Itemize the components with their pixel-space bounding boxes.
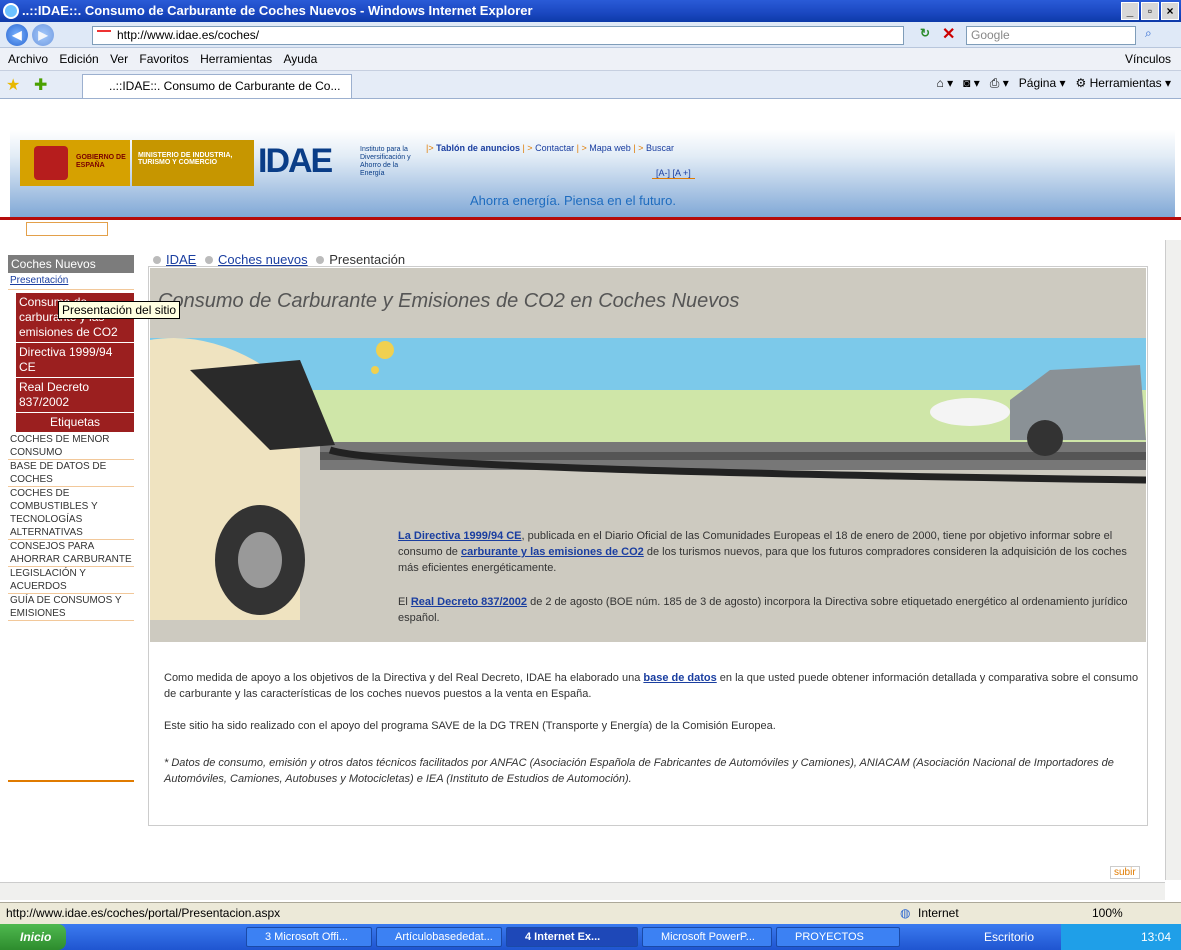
idae-logo[interactable]: IDAE Instituto para la Diversificación y … <box>258 142 418 184</box>
link-mapa-web[interactable]: Mapa web <box>589 143 631 153</box>
menu-archivo[interactable]: Archivo <box>8 52 48 66</box>
tools-menu[interactable]: Herramientas <box>1090 76 1162 90</box>
close-button[interactable]: × <box>1161 2 1179 20</box>
ie-logo-icon <box>3 3 19 19</box>
sidebar-sub-directiva[interactable]: Directiva 1999/94 CE <box>16 343 134 378</box>
sidebar-item-consejos[interactable]: Consejos para ahorrar carburante <box>8 540 134 567</box>
tab-idae[interactable]: ..::IDAE::. Consumo de Carburante de Co.… <box>82 74 352 98</box>
address-bar: ◀ ▶ http://www.idae.es/coches/ ↻ ✕ Googl… <box>0 22 1181 48</box>
sidebar-item-combustibles[interactable]: Coches de combustibles y tecnologías alt… <box>8 487 134 540</box>
slogan: Ahorra energía. Piensa en el futuro. <box>470 193 676 208</box>
paragraph-directiva: La Directiva 1999/94 CE, publicada en el… <box>398 530 1127 574</box>
coat-of-arms-icon <box>34 146 68 180</box>
paragraph-real-decreto: El Real Decreto 837/2002 de 2 de agosto … <box>398 596 1128 624</box>
fuel-pump-illustration <box>150 330 1146 620</box>
title-bar: ..::IDAE::. Consumo de Carburante de Coc… <box>0 0 1181 22</box>
system-clock: 13:04 <box>1061 924 1181 950</box>
vertical-scrollbar[interactable] <box>1165 240 1181 880</box>
tab-bar: ★ ✚ ..::IDAE::. Consumo de Carburante de… <box>0 71 1181 99</box>
taskbar-office[interactable]: 3 Microsoft Offi... <box>246 927 372 947</box>
gobierno-logo: GOBIERNO DE ESPAÑA <box>20 140 130 186</box>
tooltip: Presentación del sitio <box>58 301 181 319</box>
command-bar: ⌂ ▾ ◙ ▾ ⎙ ▾ Página ▾ ⚙ Herramientas ▾ <box>936 76 1171 90</box>
link-directiva[interactable]: La Directiva 1999/94 CE <box>398 530 522 542</box>
menu-ver[interactable]: Ver <box>110 52 128 66</box>
print-icon[interactable]: ⎙ ▾ <box>990 76 1009 90</box>
status-zone: Internet <box>918 906 959 920</box>
home-icon[interactable]: ⌂ ▾ <box>937 76 954 90</box>
taskbar-articulo[interactable]: Artículobasededat... <box>376 927 502 947</box>
link-real-decreto[interactable]: Real Decreto 837/2002 <box>411 596 527 608</box>
sidebar-header: Coches Nuevos <box>8 255 134 273</box>
crumb-presentacion: Presentación <box>329 252 406 267</box>
add-favorite-icon[interactable]: ✚ <box>34 75 47 95</box>
paragraph-fuentes: * Datos de consumo, emisión y otros dato… <box>164 757 1114 785</box>
links-menu[interactable]: Vínculos <box>1125 48 1171 71</box>
sidebar-sub-etiquetas[interactable]: Etiquetas <box>16 413 134 433</box>
start-button[interactable]: Inicio <box>0 924 66 950</box>
link-tablon[interactable]: Tablón de anuncios <box>436 143 520 153</box>
globe-icon: ◍ <box>900 906 911 920</box>
sidebar-item-base-datos[interactable]: Base de datos de coches <box>8 460 134 487</box>
paragraph-save: Este sitio ha sido realizado con el apoy… <box>164 720 776 732</box>
crumb-idae[interactable]: IDAE <box>166 252 196 267</box>
feeds-icon[interactable]: ◙ ▾ <box>963 76 980 90</box>
sidebar-item-presentacion[interactable]: Presentación <box>8 273 134 290</box>
sidebar: Coches Nuevos Presentación Consumo de ca… <box>8 252 134 782</box>
menu-herramientas[interactable]: Herramientas <box>200 52 272 66</box>
link-carburante-emisiones[interactable]: carburante y las emisiones de CO2 <box>461 546 644 558</box>
window-title: ..::IDAE::. Consumo de Carburante de Coc… <box>22 3 533 18</box>
sidebar-sub-real-decreto[interactable]: Real Decreto 837/2002 <box>16 378 134 413</box>
page-menu[interactable]: Página <box>1019 76 1056 90</box>
maximize-button[interactable]: ▫ <box>1141 2 1159 20</box>
back-button[interactable]: ◀ <box>6 24 28 46</box>
menu-ayuda[interactable]: Ayuda <box>284 52 318 66</box>
link-contactar[interactable]: Contactar <box>535 143 574 153</box>
taskbar-internet-explorer[interactable]: 4 Internet Ex... <box>506 927 638 947</box>
sidebar-item-legislacion[interactable]: Legislación y acuerdos <box>8 567 134 594</box>
crumb-coches-nuevos[interactable]: Coches nuevos <box>218 252 308 267</box>
menu-bar: Archivo Edición Ver Favoritos Herramient… <box>0 48 1181 71</box>
horizontal-scrollbar[interactable] <box>0 882 1165 900</box>
favorites-star-icon[interactable]: ★ <box>6 75 20 95</box>
status-url: http://www.idae.es/coches/portal/Present… <box>6 906 281 920</box>
ministerio-logo: MINISTERIO DE INDUSTRIA, TURISMO Y COMER… <box>132 140 254 186</box>
desktop-toolbar[interactable]: Escritorio <box>984 924 1034 950</box>
menu-favoritos[interactable]: Favoritos <box>139 52 188 66</box>
forward-button[interactable]: ▶ <box>32 24 54 46</box>
link-buscar[interactable]: Buscar <box>646 143 674 153</box>
search-input[interactable]: Google <box>966 26 1136 45</box>
sidebar-item-menor-consumo[interactable]: Coches de menor consumo <box>8 433 134 460</box>
back-to-top-link[interactable]: subir <box>1110 866 1140 879</box>
page-icon <box>97 30 111 41</box>
zoom-level[interactable]: 100% <box>1092 903 1123 923</box>
gear-icon: ⚙ <box>1075 76 1087 90</box>
status-bar: http://www.idae.es/coches/portal/Present… <box>0 902 1181 924</box>
minimize-button[interactable]: _ <box>1121 2 1139 20</box>
menu-edicion[interactable]: Edición <box>59 52 98 66</box>
breadcrumb: IDAE Coches nuevos Presentación <box>148 252 405 267</box>
url-input[interactable]: http://www.idae.es/coches/ <box>92 26 904 45</box>
stop-icon[interactable]: ✕ <box>942 24 955 44</box>
header-links: |> Tablón de anuncios | > Contactar | > … <box>426 143 674 153</box>
header-divider <box>0 217 1181 220</box>
font-size-controls[interactable]: [A-] [A +] <box>652 168 695 179</box>
taskbar-powerpoint[interactable]: Microsoft PowerP... <box>642 927 772 947</box>
taskbar: Inicio 3 Microsoft Offi... Artículobased… <box>0 924 1181 950</box>
page-title: Consumo de Carburante y Emisiones de CO2… <box>158 290 740 312</box>
taskbar-proyectos[interactable]: PROYECTOS <box>776 927 900 947</box>
sidebar-item-guia[interactable]: Guía de consumos y emisiones <box>8 594 134 621</box>
search-icon[interactable]: ⌕ <box>1145 26 1152 41</box>
paragraph-base-datos: Como medida de apoyo a los objetivos de … <box>164 672 1139 700</box>
refresh-icon[interactable]: ↻ <box>920 26 930 40</box>
language-flags[interactable] <box>26 222 108 236</box>
link-base-datos[interactable]: base de datos <box>643 672 716 684</box>
